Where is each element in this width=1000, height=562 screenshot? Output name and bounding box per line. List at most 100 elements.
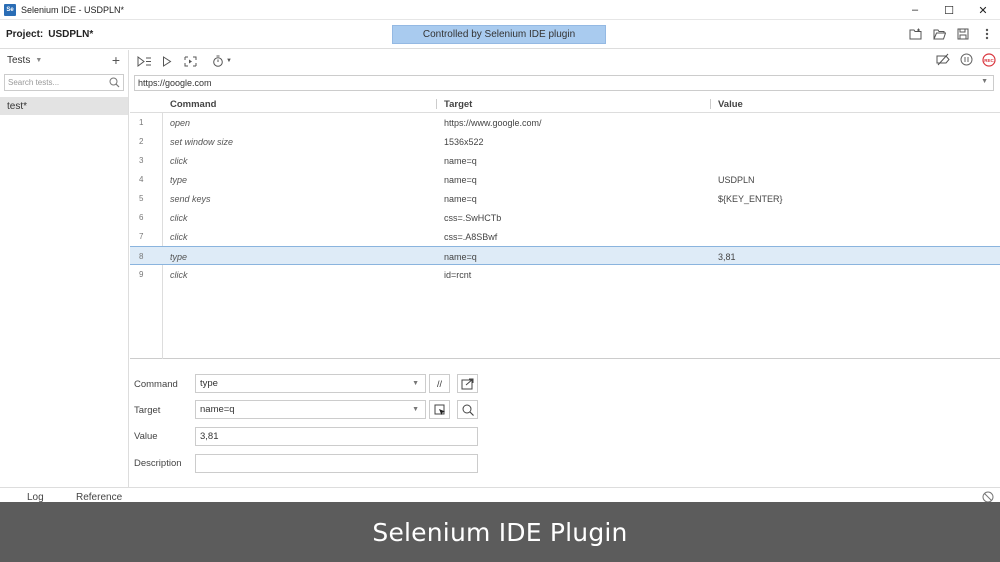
row-command: send keys bbox=[170, 194, 211, 204]
description-label: Description bbox=[134, 458, 182, 469]
caption-text: Selenium IDE Plugin bbox=[372, 517, 628, 547]
command-table: Command Target Value 1 open https://www.go… bbox=[130, 95, 1000, 359]
title-bar: Se Selenium IDE - USDPLN* – ☐ ✕ bbox=[0, 0, 1000, 20]
row-number: 8 bbox=[139, 252, 144, 261]
maximize-icon: ☐ bbox=[944, 4, 954, 17]
tests-sidebar: Tests ▼ + test* bbox=[0, 50, 129, 487]
row-target: name=q bbox=[444, 175, 477, 185]
table-row[interactable]: 1 open https://www.google.com/ bbox=[130, 113, 1000, 132]
row-target: https://www.google.com/ bbox=[444, 118, 542, 128]
table-row[interactable]: 4 type name=q USDPLN bbox=[130, 170, 1000, 189]
row-number: 9 bbox=[139, 270, 144, 279]
target-value: name=q bbox=[200, 404, 235, 415]
command-select[interactable]: type ▼ bbox=[195, 374, 426, 393]
more-options-button[interactable] bbox=[980, 27, 994, 41]
header-target: Target bbox=[444, 99, 473, 110]
row-number: 7 bbox=[139, 232, 144, 241]
minimize-button[interactable]: – bbox=[898, 0, 932, 20]
caret-down-icon: ▼ bbox=[35, 56, 43, 64]
test-list-item[interactable]: test* bbox=[0, 97, 128, 115]
row-value: USDPLN bbox=[718, 175, 755, 185]
add-test-button[interactable]: + bbox=[112, 52, 120, 68]
new-folder-icon bbox=[909, 28, 921, 40]
table-row[interactable]: 6 click css=.SwHCTb bbox=[130, 208, 1000, 227]
search-icon bbox=[109, 77, 120, 88]
speed-control-button[interactable]: ▼ bbox=[209, 53, 235, 69]
record-button[interactable]: REC bbox=[982, 53, 996, 70]
table-row[interactable]: 7 click css=.A8SBwf bbox=[130, 227, 1000, 246]
table-row[interactable]: 3 click name=q bbox=[130, 151, 1000, 170]
value-input-text: 3,81 bbox=[200, 431, 219, 442]
tests-dropdown[interactable]: Tests ▼ + bbox=[0, 50, 128, 70]
target-label: Target bbox=[134, 405, 161, 416]
row-target: css=.A8SBwf bbox=[444, 232, 498, 242]
row-number: 5 bbox=[139, 194, 144, 203]
close-button[interactable]: ✕ bbox=[966, 0, 1000, 20]
base-url-field[interactable]: https://google.com ▼ bbox=[134, 75, 994, 91]
caret-down-icon: ▼ bbox=[226, 58, 232, 64]
table-row[interactable]: 2 set window size 1536x522 bbox=[130, 132, 1000, 151]
open-folder-icon bbox=[932, 29, 946, 40]
project-label: Project: bbox=[6, 29, 44, 40]
row-command: type bbox=[170, 175, 188, 185]
pause-on-exceptions-button[interactable] bbox=[960, 53, 973, 70]
save-project-button[interactable] bbox=[956, 27, 970, 41]
app-icon-text: Se bbox=[6, 6, 14, 13]
select-target-button[interactable] bbox=[429, 400, 450, 419]
row-target: css=.SwHCTb bbox=[444, 213, 502, 223]
step-icon bbox=[184, 56, 196, 66]
description-input[interactable] bbox=[195, 454, 478, 473]
project-name[interactable]: USDPLN* bbox=[48, 29, 93, 40]
row-command: open bbox=[170, 118, 191, 128]
target-select[interactable]: name=q ▼ bbox=[195, 400, 426, 419]
row-number: 6 bbox=[139, 213, 144, 222]
run-all-tests-button[interactable] bbox=[135, 53, 153, 69]
run-current-test-button[interactable] bbox=[158, 53, 176, 69]
row-command: click bbox=[170, 232, 188, 242]
toolbar-right: REC bbox=[936, 53, 996, 70]
table-row[interactable]: 8 type name=q 3,81 bbox=[130, 246, 1000, 265]
open-project-button[interactable] bbox=[932, 27, 946, 41]
plugin-control-banner: Controlled by Selenium IDE plugin bbox=[392, 25, 606, 44]
stopwatch-icon bbox=[213, 55, 223, 67]
disable-breakpoints-button[interactable] bbox=[936, 53, 951, 70]
table-row[interactable]: 9 click id=rcnt bbox=[130, 265, 1000, 284]
row-number: 4 bbox=[139, 175, 144, 184]
column-divider[interactable] bbox=[710, 99, 711, 109]
selenium-app-icon: Se bbox=[4, 3, 16, 16]
project-bar: Project: USDPLN* Controlled by Selenium … bbox=[0, 21, 1000, 49]
external-link-icon bbox=[461, 378, 474, 389]
table-header: Command Target Value bbox=[130, 95, 1000, 113]
row-target: name=q bbox=[444, 252, 477, 262]
test-item-label: test* bbox=[7, 100, 28, 112]
row-target: name=q bbox=[444, 194, 477, 204]
find-target-button[interactable] bbox=[457, 400, 478, 419]
step-over-button[interactable] bbox=[181, 53, 199, 69]
value-input[interactable]: 3,81 bbox=[195, 427, 478, 446]
open-reference-button[interactable] bbox=[457, 374, 478, 393]
row-command: click bbox=[170, 270, 188, 280]
row-command: click bbox=[170, 213, 188, 223]
row-command: type bbox=[170, 252, 188, 262]
window-title: Selenium IDE - USDPLN* bbox=[21, 4, 125, 15]
minimize-icon: – bbox=[911, 4, 919, 16]
row-value: ${KEY_ENTER} bbox=[718, 194, 783, 204]
caret-down-icon: ▼ bbox=[412, 406, 419, 413]
row-number: 1 bbox=[139, 118, 144, 127]
maximize-button[interactable]: ☐ bbox=[932, 0, 966, 20]
table-body: 1 open https://www.google.com/2 set window … bbox=[130, 113, 1000, 284]
value-label: Value bbox=[134, 431, 158, 442]
pause-icon bbox=[960, 53, 973, 66]
table-row[interactable]: 5 send keys name=q ${KEY_ENTER} bbox=[130, 189, 1000, 208]
row-number: 3 bbox=[139, 156, 144, 165]
new-project-button[interactable] bbox=[908, 27, 922, 41]
search-icon bbox=[462, 404, 474, 416]
command-label: Command bbox=[134, 379, 178, 390]
search-tests-input[interactable] bbox=[5, 75, 123, 90]
run-all-icon bbox=[137, 55, 151, 67]
caret-down-icon[interactable]: ▼ bbox=[981, 78, 988, 85]
column-divider[interactable] bbox=[436, 99, 437, 109]
row-command: set window size bbox=[170, 137, 234, 147]
svg-text:REC: REC bbox=[984, 58, 994, 63]
comment-toggle-button[interactable]: // bbox=[429, 374, 450, 393]
